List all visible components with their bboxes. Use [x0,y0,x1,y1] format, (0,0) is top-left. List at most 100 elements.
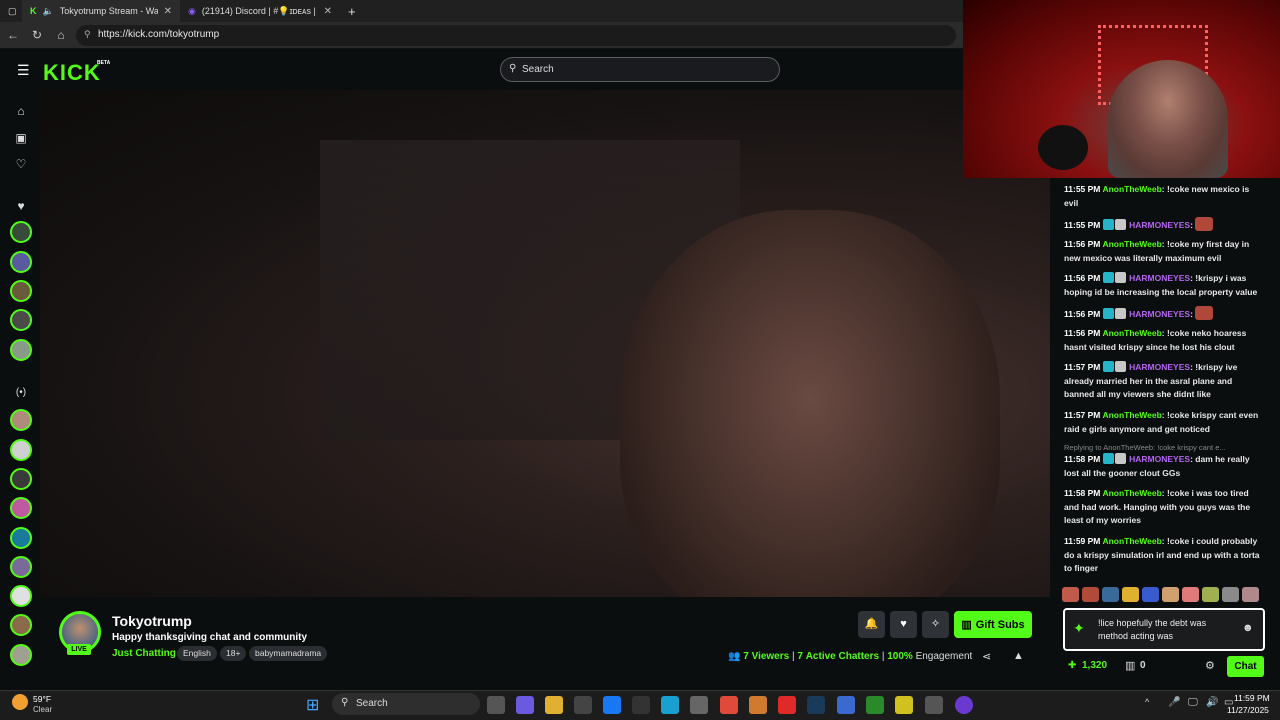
followed-channel-avatar[interactable] [10,309,32,331]
steam-icon[interactable] [807,696,825,714]
following-nav-icon[interactable]: ♡ [13,157,29,171]
chat-username[interactable]: HARMONEYES [1129,362,1190,372]
home-icon[interactable]: ⌂ [54,28,68,42]
xbox-icon[interactable] [866,696,884,714]
channel-points-icon[interactable]: ✚ [1068,660,1076,671]
chat-username[interactable]: AnonTheWeeb [1102,536,1161,546]
stream-tag[interactable]: babymamadrama [249,646,328,661]
youtube-icon[interactable] [778,696,796,714]
emote-icon[interactable] [1182,587,1199,602]
emote-icon[interactable] [1062,587,1079,602]
chat-username[interactable]: AnonTheWeeb [1102,410,1161,420]
chat-username[interactable]: AnonTheWeeb [1102,488,1161,498]
network-icon[interactable]: 🖵 [1188,697,1198,708]
recommended-channel-avatar[interactable] [10,585,32,607]
chat-username[interactable]: HARMONEYES [1129,454,1190,464]
address-bar[interactable]: ⚲ https://kick.com/tokyotrump [76,25,956,46]
recommended-channel-avatar[interactable] [10,527,32,549]
volume-icon[interactable]: 🔊 [1206,697,1218,708]
kick-spark-icon[interactable]: ✦ [1073,620,1085,637]
emote-icon[interactable] [1082,587,1099,602]
close-tab-icon[interactable]: ✕ [324,6,332,17]
windows-start-icon[interactable]: ⊞ [306,695,319,715]
chat-username[interactable]: AnonTheWeeb [1102,239,1161,249]
taskbar-search[interactable] [332,693,480,715]
recommended-channel-avatar[interactable] [10,614,32,636]
recommended-channel-avatar[interactable] [10,556,32,578]
tray-expand-icon[interactable]: ^ [1145,697,1149,707]
reload-icon[interactable]: ↻ [30,28,44,42]
recommended-channel-avatar[interactable] [10,644,32,666]
emote-icon[interactable] [1202,587,1219,602]
calculator-icon[interactable] [690,696,708,714]
new-tab-button[interactable]: + [340,0,364,22]
app-icon[interactable] [837,696,855,714]
amazon-icon[interactable] [632,696,650,714]
mic-tray-icon[interactable]: 🎤 [1168,697,1180,708]
home-nav-icon[interactable]: ⌂ [13,104,29,118]
chat-username[interactable]: AnonTheWeeb [1102,184,1161,194]
emote-icon[interactable] [1142,587,1159,602]
chat-username[interactable]: HARMONEYES [1129,309,1190,319]
follow-heart-icon[interactable]: ♥ [890,611,917,638]
sticky-notes-icon[interactable] [895,696,913,714]
video-player[interactable] [40,90,1050,597]
emote-icon[interactable] [1242,587,1259,602]
obs-icon[interactable] [925,696,943,714]
emote-icon[interactable] [1122,587,1139,602]
copilot-icon[interactable] [516,696,534,714]
browse-nav-icon[interactable]: ▣ [13,131,29,145]
recommended-channel-avatar[interactable] [10,468,32,490]
reply-context[interactable]: Replying to AnonTheWeeb: !coke krispy ca… [1064,443,1226,452]
chrome-icon[interactable] [720,696,738,714]
stream-tag[interactable]: English [177,646,217,661]
followed-channel-avatar[interactable] [10,280,32,302]
followed-channel-avatar[interactable] [10,339,32,361]
app-icon[interactable] [955,696,973,714]
send-chat-button[interactable]: Chat [1227,656,1264,677]
recommended-channel-avatar[interactable] [10,497,32,519]
back-icon[interactable]: ← [6,28,20,42]
gift-icon[interactable]: ▥ [1125,659,1135,672]
share-icon[interactable]: ⋖ [982,650,991,663]
tab-kick[interactable]: K 🔈 Tokyotrump Stream - Watch ✕ [22,0,180,22]
store-icon[interactable] [574,696,592,714]
emote-icon[interactable] [1162,587,1179,602]
site-info-icon[interactable]: ⚲ [84,29,91,40]
file-explorer-icon[interactable] [545,696,563,714]
vlc-icon[interactable] [749,696,767,714]
emote-icon[interactable] [1222,587,1239,602]
gift-subs-button[interactable]: ▥ Gift Subs [954,611,1032,638]
gift-badge-icon [1114,308,1126,319]
more-options-icon[interactable]: ✧ [922,611,949,638]
chat-settings-icon[interactable]: ⚙ [1205,659,1215,672]
close-tab-icon[interactable]: ✕ [164,6,172,17]
emoji-picker-icon[interactable]: ☻ [1242,622,1254,634]
kick-logo[interactable]: KICK [43,60,101,86]
facebook-icon[interactable] [603,696,621,714]
chat-message: 11:56 PM HARMONEYES: [1064,306,1264,322]
chat-username[interactable]: AnonTheWeeb [1102,328,1161,338]
chat-username[interactable]: HARMONEYES [1129,273,1190,283]
emote-icon[interactable] [1102,587,1119,602]
followed-channel-avatar[interactable] [10,251,32,273]
clock-time[interactable]: 11:59 PM [1234,693,1270,703]
stream-category[interactable]: Just Chatting [112,648,176,659]
clock-date[interactable]: 11/27/2025 [1227,705,1269,715]
streamer-name[interactable]: Tokyotrump [112,613,192,629]
tab-discord[interactable]: ◉ (21914) Discord | #💡ɪᴅᴇᴀs | Hal ✕ [180,0,340,22]
task-view-icon[interactable] [487,696,505,714]
chat-username[interactable]: HARMONEYES [1129,220,1190,230]
stream-tag[interactable]: 18+ [220,646,247,661]
recommended-channel-avatar[interactable] [10,439,32,461]
edge-icon[interactable] [661,696,679,714]
weather-icon[interactable] [12,694,28,710]
viewer-stats: 👥 7 Viewers | 7 Active Chatters | 100% E… [728,651,973,662]
tab-actions-icon[interactable]: ▢ [0,0,22,22]
followed-channel-avatar[interactable] [10,221,32,243]
report-icon[interactable]: ▲ [1013,650,1024,662]
gift-badge-icon [1114,272,1126,283]
notification-bell-icon[interactable]: 🔔 [858,611,885,638]
recommended-channel-avatar[interactable] [10,409,32,431]
menu-icon[interactable]: ☰ [17,62,30,79]
